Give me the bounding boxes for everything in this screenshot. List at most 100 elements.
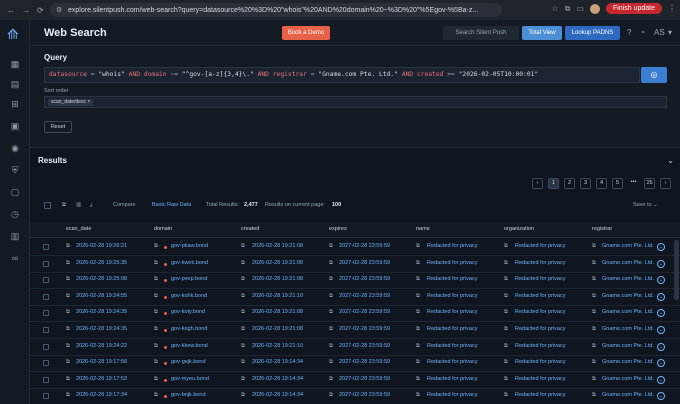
domain-cell[interactable]: gov-pvep.bond	[171, 276, 207, 282]
copy-icon[interactable]: ⧉	[504, 260, 508, 267]
page-button[interactable]: 3	[580, 178, 591, 189]
name-cell[interactable]: Redacted for privacy	[427, 293, 477, 299]
bookmark-star-icon[interactable]: ☆	[552, 4, 559, 13]
next-page-button[interactable]: ›	[660, 178, 671, 189]
copy-icon[interactable]: ⧉	[416, 309, 420, 316]
user-initials[interactable]: AS	[654, 28, 665, 37]
table-row[interactable]: ⧉ 2026-02-28 19:24:55 ⧉ gov-kohk.bond ⧉ 2026-…	[30, 290, 680, 306]
copy-icon[interactable]: ⧉	[592, 293, 596, 300]
explore-icon[interactable]: ◉	[9, 142, 21, 154]
created-cell[interactable]: 2026-02-28 19:21:08	[252, 276, 303, 282]
expires-cell[interactable]: 2027-02-28 23:59:59	[339, 309, 390, 315]
save-to-dropdown[interactable]: Save to ⌄	[633, 202, 658, 208]
table-row[interactable]: ⧉ 2026-02-28 19:25:35 ⧉ gov-kwek.bond ⧉ 2026-…	[30, 257, 680, 273]
copy-icon[interactable]: ⧉	[66, 276, 70, 283]
expires-cell[interactable]: 2027-02-28 23:59:59	[339, 343, 390, 349]
scan-date-cell[interactable]: 2026-02-28 19:24:35	[76, 309, 127, 315]
copy-icon[interactable]: ⧉	[592, 376, 596, 383]
name-cell[interactable]: Redacted for privacy	[427, 343, 477, 349]
expires-cell[interactable]: 2027-02-28 23:59:59	[339, 260, 390, 266]
expires-cell[interactable]: 2027-02-28 23:59:59	[339, 392, 390, 398]
remove-chip-icon[interactable]: ×	[87, 99, 90, 105]
basic-raw-data-toggle[interactable]: Basic Raw Data	[152, 202, 191, 208]
copy-icon[interactable]: ⧉	[66, 392, 70, 399]
copy-icon[interactable]: ⧉	[241, 276, 245, 283]
copy-icon[interactable]: ⧉	[329, 392, 333, 399]
finish-update-button[interactable]: Finish update	[605, 3, 662, 14]
sort-chip[interactable]: scan_date/desc ×	[48, 99, 94, 106]
created-cell[interactable]: 2026-02-28 19:21:08	[252, 326, 303, 332]
expires-cell[interactable]: 2027-02-28 23:59:59	[339, 276, 390, 282]
column-header[interactable]: scan_date	[66, 226, 91, 232]
created-cell[interactable]: 2026-02-28 19:14:34	[252, 359, 303, 365]
browser-menu-icon[interactable]: ⋮	[668, 4, 676, 13]
page-button[interactable]: 1	[548, 178, 559, 189]
organization-cell[interactable]: Redacted for privacy	[515, 326, 565, 332]
columns-icon[interactable]: ▥	[76, 202, 81, 208]
site-info-icon[interactable]: ⚙	[56, 6, 62, 14]
copy-icon[interactable]: ⧉	[154, 243, 158, 250]
domain-cell[interactable]: gov-kogh.bond	[171, 326, 207, 332]
organization-cell[interactable]: Redacted for privacy	[515, 392, 565, 398]
table-row[interactable]: ⧉ 2026-02-28 19:25:08 ⧉ gov-pvep.bond ⧉ 2026-…	[30, 273, 680, 290]
copy-icon[interactable]: ⧉	[241, 260, 245, 267]
copy-icon[interactable]: ⧉	[329, 243, 333, 250]
monitor-icon[interactable]: ▢	[9, 186, 21, 198]
copy-icon[interactable]: ⧉	[241, 359, 245, 366]
copy-icon[interactable]: ⧉	[154, 326, 158, 333]
run-query-button[interactable]: ◎	[641, 67, 667, 83]
silentpush-logo[interactable]: ⟰	[7, 27, 23, 41]
column-header[interactable]: domain	[154, 226, 172, 232]
copy-icon[interactable]: ⧉	[329, 326, 333, 333]
domain-cell[interactable]: gov-bnjk.bond	[171, 392, 206, 398]
copy-icon[interactable]: ⧉	[241, 376, 245, 383]
back-icon[interactable]: ←	[7, 6, 15, 15]
copy-icon[interactable]: ⧉	[241, 392, 245, 399]
column-header[interactable]: created	[241, 226, 259, 232]
domain-cell[interactable]: gov-kohk.bond	[171, 293, 207, 299]
copy-icon[interactable]: ⧉	[66, 293, 70, 300]
copy-icon[interactable]: ⧉	[329, 293, 333, 300]
page-button[interactable]: 2	[564, 178, 575, 189]
reload-icon[interactable]: ⟳	[37, 6, 44, 15]
row-expand-icon[interactable]: ⌄	[657, 309, 665, 318]
domain-cell[interactable]: gov-kwek.bond	[171, 260, 208, 266]
scan-date-cell[interactable]: 2026-02-28 19:24:55	[76, 293, 127, 299]
copy-icon[interactable]: ⧉	[592, 343, 596, 350]
copy-icon[interactable]: ⧉	[66, 359, 70, 366]
table-row[interactable]: ⧉ 2026-02-28 19:17:53 ⧉ gov-myeu.bond ⧉ 2026-…	[30, 373, 680, 389]
copy-icon[interactable]: ⧉	[66, 260, 70, 267]
download-icon[interactable]: ⤓	[90, 202, 92, 209]
domain-cell[interactable]: gov-koty.bond	[171, 309, 205, 315]
page-button[interactable]: 4	[596, 178, 607, 189]
help-icon[interactable]: ?	[627, 28, 631, 37]
table-row[interactable]: ⧉ 2026-02-28 19:24:35 ⧉ gov-kogh.bond ⧉ 2026-…	[30, 323, 680, 339]
row-checkbox[interactable]	[43, 244, 49, 250]
copy-icon[interactable]: ⧉	[592, 260, 596, 267]
copy-icon[interactable]: ⧉	[416, 326, 420, 333]
name-cell[interactable]: Redacted for privacy	[427, 326, 477, 332]
row-expand-icon[interactable]: ⌄	[657, 375, 665, 384]
name-cell[interactable]: Redacted for privacy	[427, 359, 477, 365]
copy-icon[interactable]: ⧉	[504, 326, 508, 333]
row-checkbox[interactable]	[43, 393, 49, 400]
row-expand-icon[interactable]: ⌄	[657, 326, 665, 334]
column-header[interactable]: expires	[329, 226, 347, 232]
scan-date-cell[interactable]: 2026-02-28 19:24:22	[76, 343, 127, 349]
copy-icon[interactable]: ⧉	[241, 309, 245, 316]
query-input[interactable]: datasource = "whois" AND domain ~= "^gov…	[44, 67, 640, 83]
scan-date-cell[interactable]: 2026-02-28 19:17:58	[76, 359, 127, 365]
created-cell[interactable]: 2026-02-28 19:14:34	[252, 376, 303, 382]
created-cell[interactable]: 2026-02-28 19:14:34	[252, 392, 303, 398]
copy-icon[interactable]: ⧉	[416, 343, 420, 350]
copy-icon[interactable]: ⧉	[416, 392, 420, 399]
row-expand-icon[interactable]: ⌄	[657, 342, 665, 351]
registrar-cell[interactable]: Gname.com Pte. Ltd.	[602, 392, 654, 398]
organization-cell[interactable]: Redacted for privacy	[515, 376, 565, 382]
shield-icon[interactable]: ⛨	[9, 164, 21, 176]
organization-cell[interactable]: Redacted for privacy	[515, 309, 565, 315]
profile-avatar[interactable]	[589, 3, 600, 14]
copy-icon[interactable]: ⧉	[66, 243, 70, 250]
domain-cell[interactable]: gov-kkew.bond	[171, 343, 208, 349]
row-expand-icon[interactable]: ⌄	[657, 392, 665, 401]
